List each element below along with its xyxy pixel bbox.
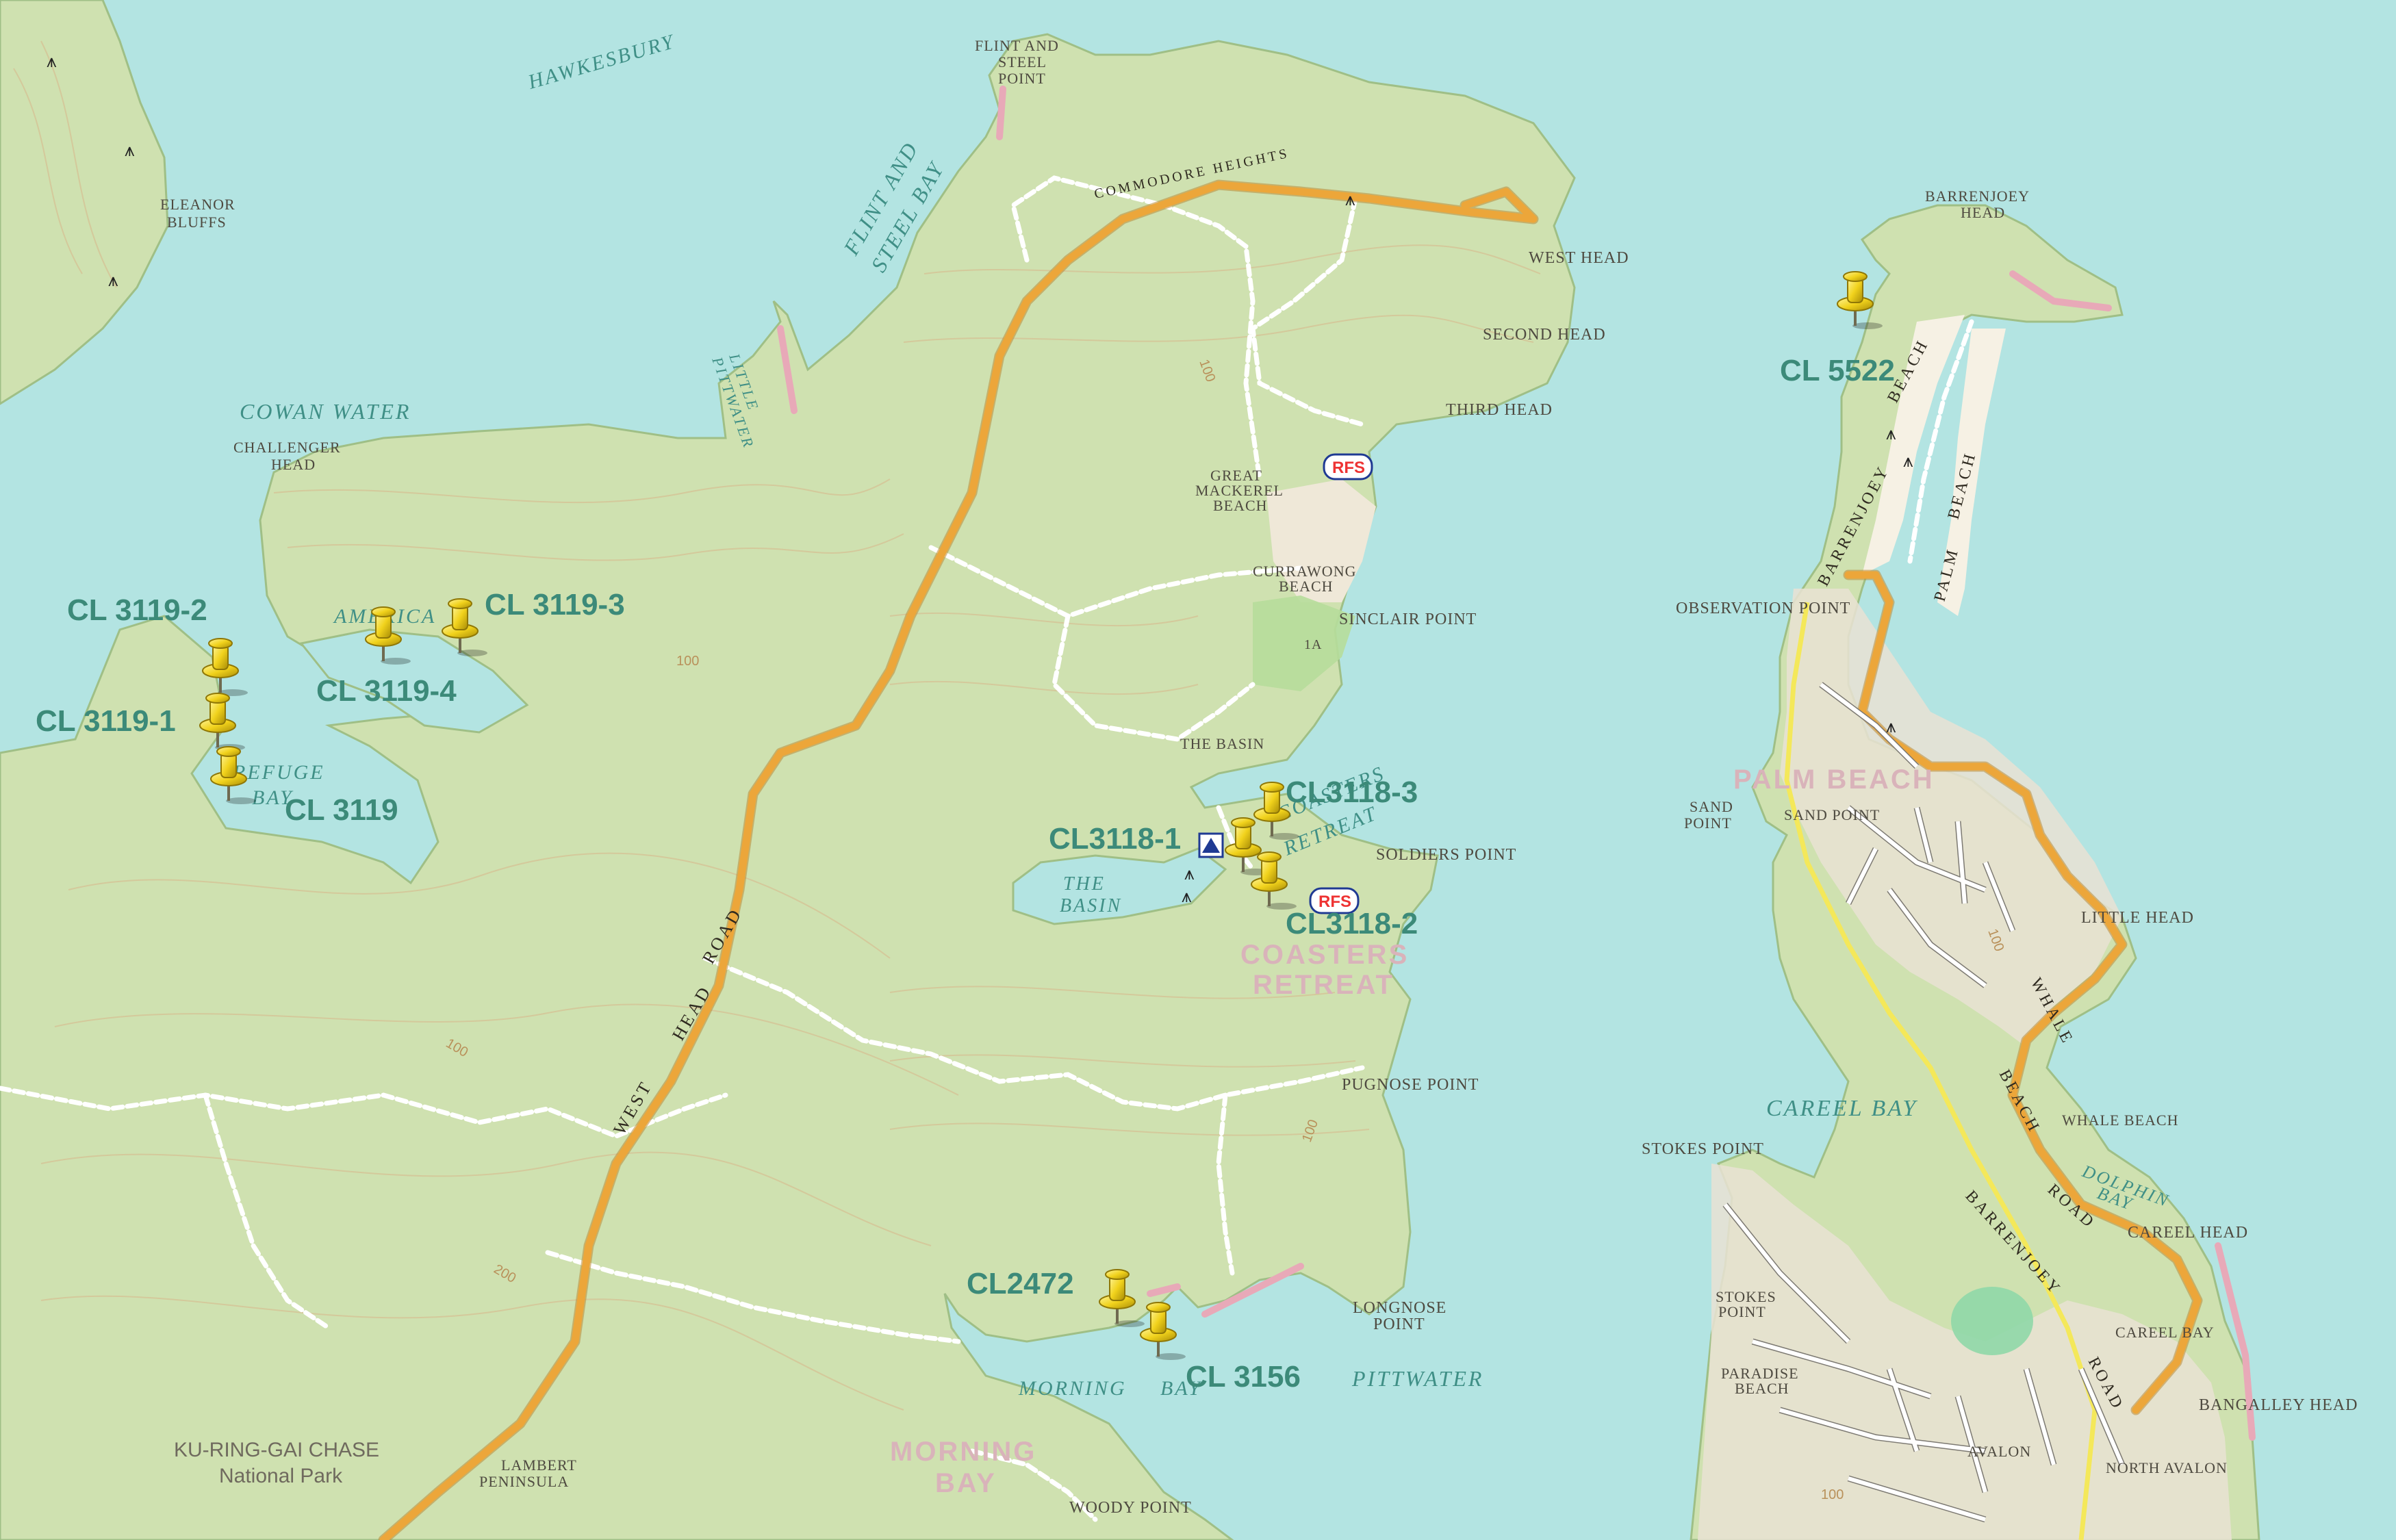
morning-bay-label-2: BAY [935, 1468, 997, 1498]
great-mackerel-label-3: BEACH [1213, 497, 1268, 514]
marker-label: CL 3119-2 [67, 593, 207, 627]
careel-head-label: CAREEL HEAD [2128, 1224, 2248, 1242]
the-basin-label: THE BASIN [1180, 735, 1264, 752]
avalon-label: AVALON [1967, 1443, 2031, 1460]
flint-steel-point-label-3: POINT [998, 70, 1046, 87]
svg-text:RFS: RFS [1332, 459, 1365, 477]
careel-bay-label: CAREEL BAY [1766, 1096, 1917, 1121]
barrenjoey-head-label-2: HEAD [1961, 204, 2005, 221]
west-head-label: WEST HEAD [1529, 249, 1629, 267]
careel-bay-inner-label: CAREEL BAY [2115, 1324, 2215, 1341]
whale-beach-label: WHALE BEACH [2062, 1112, 2178, 1129]
palm-beach-suburb-label: PALM BEACH [1733, 765, 1935, 795]
lambert-label-1: LAMBERT [501, 1456, 577, 1474]
boat-ramp-icon: ⩚ [1903, 451, 1913, 472]
longnose-label-1: LONGNOSE [1353, 1299, 1446, 1317]
svg-text:100: 100 [1821, 1487, 1844, 1502]
pugnose-point-label: PUGNOSE POINT [1342, 1076, 1479, 1094]
barrenjoey-head-label-1: BARRENJOEY [1925, 188, 2030, 205]
second-head-label: SECOND HEAD [1483, 326, 1606, 344]
sand-point-label-2: POINT [1684, 814, 1732, 832]
eleanor-bluffs-label-1: ELEANOR [160, 196, 235, 213]
marker-label: CL3118-3 [1286, 775, 1418, 809]
marker-label: CL 3119-3 [485, 588, 625, 621]
bangalley-head-label: BANGALLEY HEAD [2199, 1396, 2358, 1414]
cowan-water-label: COWAN WATER [240, 399, 411, 424]
coasters-retreat-label-2: RETREAT [1253, 970, 1394, 1000]
boat-ramp-icon: ⩚ [1886, 424, 1896, 444]
stokes-point-label: STOKES POINT [1642, 1140, 1764, 1158]
rfs-station-icon[interactable]: RFS [1323, 453, 1373, 480]
boat-ramp-icon: ⩚ [1184, 864, 1195, 884]
marker-label: CL 5522 [1780, 354, 1895, 387]
sportsground-label: 1A [1304, 637, 1322, 652]
park-name-line-1: KU-RING-GAI CHASE [174, 1439, 379, 1461]
boat-ramp-icon: ⩚ [1182, 886, 1192, 907]
soldiers-point-label: SOLDIERS POINT [1376, 846, 1516, 864]
sand-point-inner-label: SAND POINT [1784, 806, 1880, 823]
boat-ramp-icon: ⩚ [1886, 717, 1896, 737]
golf-course [1951, 1287, 2033, 1355]
marker-label: CL 3156 [1186, 1360, 1301, 1394]
morning-bay-label-1: MORNING [890, 1437, 1036, 1467]
svg-text:100: 100 [676, 654, 699, 669]
marker-label: CL2472 [967, 1267, 1074, 1300]
woody-point-label: WOODY POINT [1069, 1499, 1192, 1517]
boat-ramp-icon: ⩚ [47, 51, 57, 72]
observation-point-label: OBSERVATION POINT [1676, 600, 1850, 617]
challenger-head-label-2: HEAD [271, 456, 316, 473]
park-name-line-2: National Park [219, 1465, 343, 1487]
campground-icon[interactable] [1198, 832, 1224, 858]
lambert-label-2: PENINSULA [479, 1473, 569, 1490]
the-basin-water-label-1: THE [1063, 873, 1106, 895]
stokes-beach-label-2: POINT [1718, 1303, 1766, 1320]
marker-label: CL 3119-1 [36, 704, 176, 738]
map-canvas[interactable]: 1A ⩚ ⩚ ⩚ ⩚ ⩚ ⩚ ⩚ ⩚ ⩚ RFS RFS HAWKESBURY … [0, 0, 2396, 1540]
sand-point-label-1: SAND [1690, 798, 1733, 815]
marker-label: CL3118-1 [1049, 822, 1181, 856]
boat-ramp-icon: ⩚ [108, 270, 118, 291]
currawong-label-2: BEACH [1279, 578, 1334, 595]
pittwater-label: PITTWATER [1351, 1366, 1483, 1391]
little-head-label: LITTLE HEAD [2081, 909, 2194, 927]
third-head-label: THIRD HEAD [1446, 401, 1553, 419]
marker-label: CL3118-2 [1286, 907, 1418, 940]
challenger-head-label-1: CHALLENGER [233, 439, 341, 456]
coasters-retreat-label-1: COASTERS [1240, 940, 1409, 970]
flint-steel-point-label-2: STEEL [998, 53, 1047, 70]
marker-label: CL 3119 [285, 793, 398, 827]
boat-ramp-icon: ⩚ [1345, 190, 1355, 210]
sinclair-point-label: SINCLAIR POINT [1339, 611, 1477, 628]
the-basin-water-label-2: BASIN [1060, 895, 1122, 916]
flint-steel-point-label-1: FLINT AND [975, 37, 1059, 54]
north-avalon-label: NORTH AVALON [2106, 1459, 2228, 1476]
eleanor-bluffs-label-2: BLUFFS [167, 214, 227, 231]
morning-bay-water-label-1: MORNING [1018, 1377, 1127, 1400]
boat-ramp-icon: ⩚ [125, 140, 135, 161]
topographic-map[interactable]: 1A ⩚ ⩚ ⩚ ⩚ ⩚ ⩚ ⩚ ⩚ ⩚ RFS RFS HAWKESBURY … [0, 0, 2396, 1540]
longnose-label-2: POINT [1373, 1316, 1425, 1333]
marker-label: CL 3119-4 [316, 674, 457, 708]
paradise-beach-label-2: BEACH [1735, 1380, 1789, 1397]
